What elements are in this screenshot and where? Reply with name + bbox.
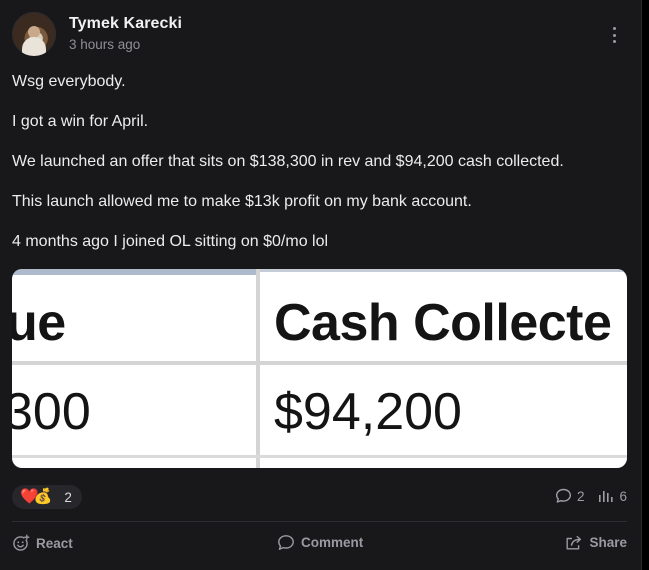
table-header-cash-collected: Cash Collecte — [274, 294, 612, 352]
reactions-summary[interactable]: ❤️ 💰 2 — [12, 485, 82, 509]
avatar-shoulders — [22, 37, 46, 56]
comment-bubble-icon — [555, 488, 572, 504]
post-timestamp[interactable]: 3 hours ago — [69, 37, 182, 52]
table-row-divider — [12, 455, 627, 458]
more-options-button[interactable] — [613, 27, 617, 43]
post-body: Wsg everybody. I got a win for April. We… — [12, 72, 632, 272]
avatar[interactable] — [12, 12, 56, 56]
post-header: Tymek Karecki 3 hours ago — [12, 12, 182, 56]
image-top-strip — [257, 269, 627, 272]
post-card: Tymek Karecki 3 hours ago Wsg everybody.… — [0, 0, 642, 570]
view-count-stat[interactable]: 6 — [598, 489, 627, 504]
post-paragraph: This launch allowed me to make $13k prof… — [12, 193, 472, 210]
table-header-revenue: ue — [12, 294, 66, 352]
image-top-strip — [12, 269, 257, 275]
comment-label: Comment — [301, 535, 364, 550]
author-name[interactable]: Tymek Karecki — [69, 15, 182, 33]
post-paragraph: We launched an offer that sits on $138,3… — [12, 153, 564, 170]
comment-count: 2 — [576, 488, 585, 504]
table-row-divider — [12, 361, 627, 365]
share-icon — [565, 534, 583, 550]
post-meta: Tymek Karecki 3 hours ago — [69, 15, 182, 52]
more-vertical-icon-dot — [613, 40, 616, 43]
share-button[interactable]: Share — [565, 534, 627, 550]
table-value-cash-collected: $94,200 — [274, 383, 462, 441]
comment-button[interactable]: Comment — [277, 534, 363, 551]
react-label: React — [36, 535, 73, 551]
more-vertical-icon-dot — [613, 33, 616, 37]
comment-bubble-icon — [277, 534, 295, 551]
post-actions: React Comment Share — [12, 534, 627, 554]
post-stats: 2 6 — [555, 488, 627, 504]
reaction-count: 2 — [64, 489, 72, 505]
emoji-add-icon — [12, 534, 30, 552]
post-paragraph: 4 months ago I joined OL sitting on $0/m… — [12, 233, 329, 250]
table-column-divider — [256, 269, 260, 468]
view-count: 6 — [619, 488, 627, 504]
more-vertical-icon — [613, 27, 616, 30]
actions-divider — [12, 521, 627, 522]
post-paragraph: I got a win for April. — [12, 113, 149, 130]
post-paragraph: Wsg everybody. — [12, 73, 126, 90]
table-value-revenue: 300 — [12, 383, 91, 441]
post-image[interactable]: ue Cash Collecte 300 $94,200 — [12, 269, 627, 468]
react-button[interactable]: React — [12, 534, 73, 552]
share-label: Share — [589, 534, 627, 550]
bar-chart-icon — [598, 489, 614, 503]
comment-count-stat[interactable]: 2 — [555, 488, 585, 504]
money-bag-emoji-icon: 💰 — [33, 488, 53, 505]
